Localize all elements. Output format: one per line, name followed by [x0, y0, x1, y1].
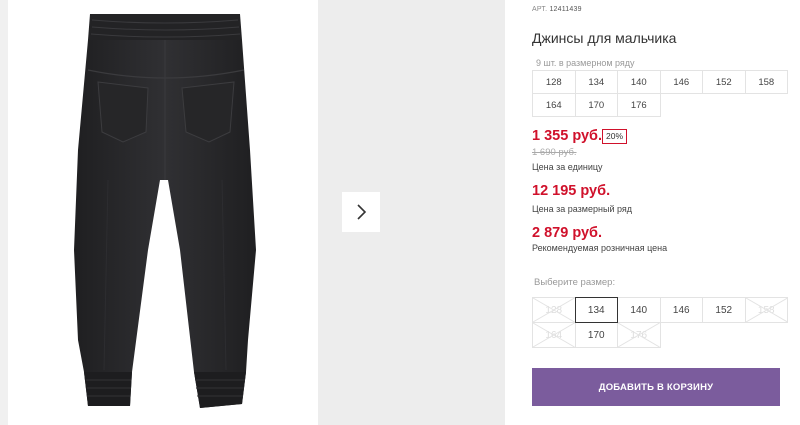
article-value: 12411439	[549, 6, 582, 13]
previous-image-peek[interactable]	[0, 0, 8, 425]
row-size-cell: 176	[617, 93, 661, 117]
add-to-cart-button[interactable]: ДОБАВИТЬ В КОРЗИНУ	[532, 368, 780, 406]
chevron-right-icon	[357, 204, 367, 220]
size-row-count: 9 шт. в размерном ряду	[536, 58, 635, 68]
article-label: АРТ.	[532, 6, 548, 13]
row-size-cell: 170	[574, 93, 618, 117]
size-option[interactable]: 140	[617, 297, 661, 323]
row-size-cell: 146	[659, 70, 703, 94]
unit-price-label: Цена за единицу	[532, 162, 603, 172]
jeans-image	[74, 14, 256, 408]
unit-price: 1 355 руб.	[532, 128, 603, 144]
crossed-out-icon	[745, 298, 787, 322]
size-option-label: 170	[587, 329, 605, 341]
size-option-disabled: 158	[744, 297, 788, 323]
row-size-cell: 152	[702, 70, 746, 94]
retail-price: 2 879 руб.	[532, 225, 603, 241]
size-option-label: 134	[587, 304, 605, 316]
product-image[interactable]	[8, 0, 316, 425]
product-gallery	[0, 0, 505, 425]
size-selector: 128 134 140 146 152 158 164 170 176	[532, 297, 788, 348]
size-option-selected[interactable]: 134	[574, 297, 618, 323]
size-option[interactable]: 146	[659, 297, 703, 323]
size-option-label: 152	[715, 304, 733, 316]
crossed-out-icon	[618, 323, 660, 347]
row-size-cell: 158	[744, 70, 788, 94]
old-price: 1 690 руб.	[532, 147, 577, 158]
size-option[interactable]: 152	[702, 297, 746, 323]
retail-price-label: Рекомендуемая розничная цена	[532, 243, 668, 253]
size-option-disabled: 128	[532, 297, 576, 323]
crossed-out-icon	[533, 323, 575, 347]
crossed-out-icon	[533, 298, 575, 322]
product-title: Джинсы для мальчика	[532, 30, 677, 46]
row-price-label: Цена за размерный ряд	[532, 204, 633, 214]
size-option-label: 146	[672, 304, 690, 316]
size-option-label: 140	[630, 304, 648, 316]
size-row-grid: 128 134 140 146 152 158 164 170 176	[532, 70, 788, 117]
size-option-disabled: 176	[617, 322, 661, 348]
size-option[interactable]: 170	[574, 322, 618, 348]
discount-badge: 20%	[602, 129, 628, 144]
row-size-cell: 164	[532, 93, 576, 117]
row-size-cell: 140	[617, 70, 661, 94]
next-image-button[interactable]	[342, 192, 380, 232]
article-number: АРТ. 12411439	[532, 6, 582, 13]
size-option-disabled: 164	[532, 322, 576, 348]
size-selector-label: Выберите размер:	[534, 277, 616, 288]
row-size-cell: 128	[532, 70, 576, 94]
row-price: 12 195 руб.	[532, 183, 611, 199]
row-size-cell: 134	[574, 70, 618, 94]
